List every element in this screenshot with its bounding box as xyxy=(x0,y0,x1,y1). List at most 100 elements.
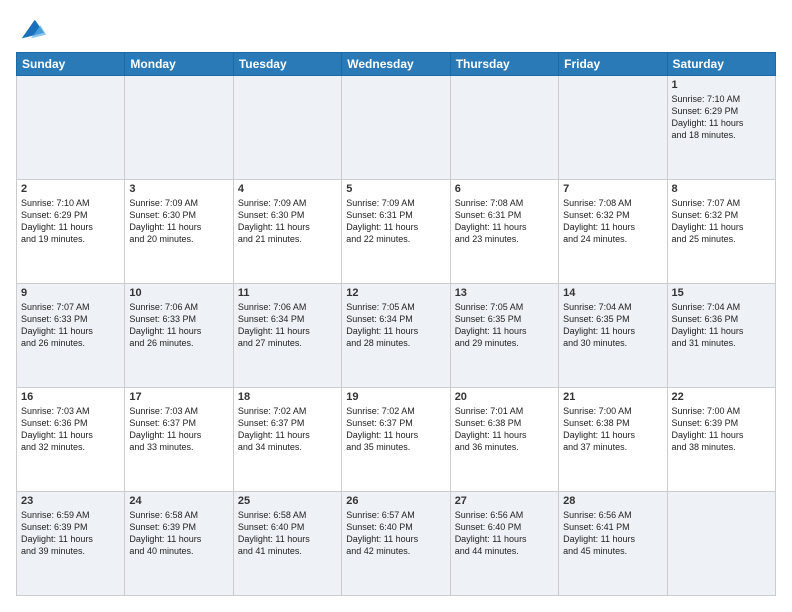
day-number: 28 xyxy=(563,495,662,507)
calendar-cell: 14 Sunrise: 7:04 AMSunset: 6:35 PMDayligh… xyxy=(559,284,667,388)
weekday-header-tuesday: Tuesday xyxy=(233,53,341,76)
weekday-header-saturday: Saturday xyxy=(667,53,775,76)
day-number: 6 xyxy=(455,183,554,195)
calendar-cell: 10 Sunrise: 7:06 AMSunset: 6:33 PMDayligh… xyxy=(125,284,233,388)
day-number: 5 xyxy=(346,183,445,195)
calendar-week-4: 16 Sunrise: 7:03 AMSunset: 6:36 PMDayligh… xyxy=(17,388,776,492)
day-info: Sunrise: 7:08 AMSunset: 6:32 PMDaylight:… xyxy=(563,197,662,246)
day-number: 3 xyxy=(129,183,228,195)
calendar-cell: 5 Sunrise: 7:09 AMSunset: 6:31 PMDaylight… xyxy=(342,180,450,284)
weekday-header-thursday: Thursday xyxy=(450,53,558,76)
day-info: Sunrise: 7:04 AMSunset: 6:36 PMDaylight:… xyxy=(672,301,771,350)
calendar-header-row: SundayMondayTuesdayWednesdayThursdayFrid… xyxy=(17,53,776,76)
logo-icon xyxy=(18,16,46,44)
day-info: Sunrise: 6:57 AMSunset: 6:40 PMDaylight:… xyxy=(346,509,445,558)
calendar-cell: 1Sunrise: 7:10 AMSunset: 6:29 PMDaylight… xyxy=(667,76,775,180)
day-info: Sunrise: 7:03 AMSunset: 6:37 PMDaylight:… xyxy=(129,405,228,454)
day-info: Sunrise: 6:58 AMSunset: 6:39 PMDaylight:… xyxy=(129,509,228,558)
calendar-cell: 26 Sunrise: 6:57 AMSunset: 6:40 PMDayligh… xyxy=(342,492,450,596)
calendar-cell: 20 Sunrise: 7:01 AMSunset: 6:38 PMDayligh… xyxy=(450,388,558,492)
calendar-cell xyxy=(559,76,667,180)
day-info: Sunrise: 6:56 AMSunset: 6:41 PMDaylight:… xyxy=(563,509,662,558)
day-number: 15 xyxy=(672,287,771,299)
calendar-week-5: 23Sunrise: 6:59 AMSunset: 6:39 PMDayligh… xyxy=(17,492,776,596)
calendar-cell: 17Sunrise: 7:03 AMSunset: 6:37 PMDayligh… xyxy=(125,388,233,492)
day-number: 22 xyxy=(672,391,771,403)
day-number: 9 xyxy=(21,287,120,299)
day-info: Sunrise: 7:04 AMSunset: 6:35 PMDaylight:… xyxy=(563,301,662,350)
day-info: Sunrise: 6:56 AMSunset: 6:40 PMDaylight:… xyxy=(455,509,554,558)
day-info: Sunrise: 7:03 AMSunset: 6:36 PMDaylight:… xyxy=(21,405,120,454)
calendar-cell: 22 Sunrise: 7:00 AMSunset: 6:39 PMDayligh… xyxy=(667,388,775,492)
page: SundayMondayTuesdayWednesdayThursdayFrid… xyxy=(0,0,792,612)
calendar-cell xyxy=(125,76,233,180)
calendar-cell: 2 Sunrise: 7:10 AMSunset: 6:29 PMDaylight… xyxy=(17,180,125,284)
day-number: 12 xyxy=(346,287,445,299)
weekday-header-friday: Friday xyxy=(559,53,667,76)
day-info: Sunrise: 7:02 AMSunset: 6:37 PMDaylight:… xyxy=(346,405,445,454)
calendar-cell: 21 Sunrise: 7:00 AMSunset: 6:38 PMDayligh… xyxy=(559,388,667,492)
day-number: 18 xyxy=(238,391,337,403)
day-info: Sunrise: 7:06 AMSunset: 6:34 PMDaylight:… xyxy=(238,301,337,350)
day-info: Sunrise: 6:59 AMSunset: 6:39 PMDaylight:… xyxy=(21,509,120,558)
calendar-cell: 13Sunrise: 7:05 AMSunset: 6:35 PMDayligh… xyxy=(450,284,558,388)
day-info: Sunrise: 7:00 AMSunset: 6:38 PMDaylight:… xyxy=(563,405,662,454)
day-info: Sunrise: 7:05 AMSunset: 6:35 PMDaylight:… xyxy=(455,301,554,350)
calendar-cell: 25 Sunrise: 6:58 AMSunset: 6:40 PMDayligh… xyxy=(233,492,341,596)
day-number: 8 xyxy=(672,183,771,195)
weekday-header-sunday: Sunday xyxy=(17,53,125,76)
day-number: 11 xyxy=(238,287,337,299)
calendar-cell: 12 Sunrise: 7:05 AMSunset: 6:34 PMDayligh… xyxy=(342,284,450,388)
day-number: 4 xyxy=(238,183,337,195)
calendar-cell xyxy=(450,76,558,180)
day-info: Sunrise: 7:02 AMSunset: 6:37 PMDaylight:… xyxy=(238,405,337,454)
day-number: 7 xyxy=(563,183,662,195)
calendar-week-1: 1Sunrise: 7:10 AMSunset: 6:29 PMDaylight… xyxy=(17,76,776,180)
calendar-cell: 24 Sunrise: 6:58 AMSunset: 6:39 PMDayligh… xyxy=(125,492,233,596)
calendar-cell: 23Sunrise: 6:59 AMSunset: 6:39 PMDayligh… xyxy=(17,492,125,596)
header xyxy=(16,16,776,44)
calendar-cell xyxy=(667,492,775,596)
day-info: Sunrise: 7:09 AMSunset: 6:30 PMDaylight:… xyxy=(238,197,337,246)
day-number: 24 xyxy=(129,495,228,507)
calendar-cell: 7 Sunrise: 7:08 AMSunset: 6:32 PMDaylight… xyxy=(559,180,667,284)
day-info: Sunrise: 7:10 AMSunset: 6:29 PMDaylight:… xyxy=(21,197,120,246)
day-info: Sunrise: 7:10 AMSunset: 6:29 PMDaylight:… xyxy=(672,93,771,142)
calendar-week-3: 9 Sunrise: 7:07 AMSunset: 6:33 PMDaylight… xyxy=(17,284,776,388)
calendar-cell: 11 Sunrise: 7:06 AMSunset: 6:34 PMDayligh… xyxy=(233,284,341,388)
day-info: Sunrise: 7:07 AMSunset: 6:32 PMDaylight:… xyxy=(672,197,771,246)
day-info: Sunrise: 7:07 AMSunset: 6:33 PMDaylight:… xyxy=(21,301,120,350)
calendar-cell: 19 Sunrise: 7:02 AMSunset: 6:37 PMDayligh… xyxy=(342,388,450,492)
calendar-cell: 15 Sunrise: 7:04 AMSunset: 6:36 PMDayligh… xyxy=(667,284,775,388)
day-number: 20 xyxy=(455,391,554,403)
calendar-table: SundayMondayTuesdayWednesdayThursdayFrid… xyxy=(16,52,776,596)
day-number: 25 xyxy=(238,495,337,507)
day-info: Sunrise: 7:00 AMSunset: 6:39 PMDaylight:… xyxy=(672,405,771,454)
day-number: 2 xyxy=(21,183,120,195)
calendar-cell xyxy=(17,76,125,180)
weekday-header-wednesday: Wednesday xyxy=(342,53,450,76)
day-info: Sunrise: 7:08 AMSunset: 6:31 PMDaylight:… xyxy=(455,197,554,246)
calendar-cell: 3Sunrise: 7:09 AMSunset: 6:30 PMDaylight… xyxy=(125,180,233,284)
day-info: Sunrise: 7:09 AMSunset: 6:31 PMDaylight:… xyxy=(346,197,445,246)
day-info: Sunrise: 7:05 AMSunset: 6:34 PMDaylight:… xyxy=(346,301,445,350)
calendar-cell: 28 Sunrise: 6:56 AMSunset: 6:41 PMDayligh… xyxy=(559,492,667,596)
calendar-cell: 6 Sunrise: 7:08 AMSunset: 6:31 PMDaylight… xyxy=(450,180,558,284)
calendar-cell xyxy=(233,76,341,180)
day-number: 16 xyxy=(21,391,120,403)
day-number: 19 xyxy=(346,391,445,403)
day-info: Sunrise: 7:06 AMSunset: 6:33 PMDaylight:… xyxy=(129,301,228,350)
calendar-cell: 27 Sunrise: 6:56 AMSunset: 6:40 PMDayligh… xyxy=(450,492,558,596)
calendar-week-2: 2 Sunrise: 7:10 AMSunset: 6:29 PMDaylight… xyxy=(17,180,776,284)
day-info: Sunrise: 6:58 AMSunset: 6:40 PMDaylight:… xyxy=(238,509,337,558)
weekday-header-monday: Monday xyxy=(125,53,233,76)
day-number: 27 xyxy=(455,495,554,507)
day-number: 10 xyxy=(129,287,228,299)
calendar-cell: 9 Sunrise: 7:07 AMSunset: 6:33 PMDaylight… xyxy=(17,284,125,388)
day-number: 26 xyxy=(346,495,445,507)
calendar-cell: 4 Sunrise: 7:09 AMSunset: 6:30 PMDaylight… xyxy=(233,180,341,284)
day-number: 21 xyxy=(563,391,662,403)
calendar-cell: 18 Sunrise: 7:02 AMSunset: 6:37 PMDayligh… xyxy=(233,388,341,492)
day-number: 14 xyxy=(563,287,662,299)
day-info: Sunrise: 7:01 AMSunset: 6:38 PMDaylight:… xyxy=(455,405,554,454)
